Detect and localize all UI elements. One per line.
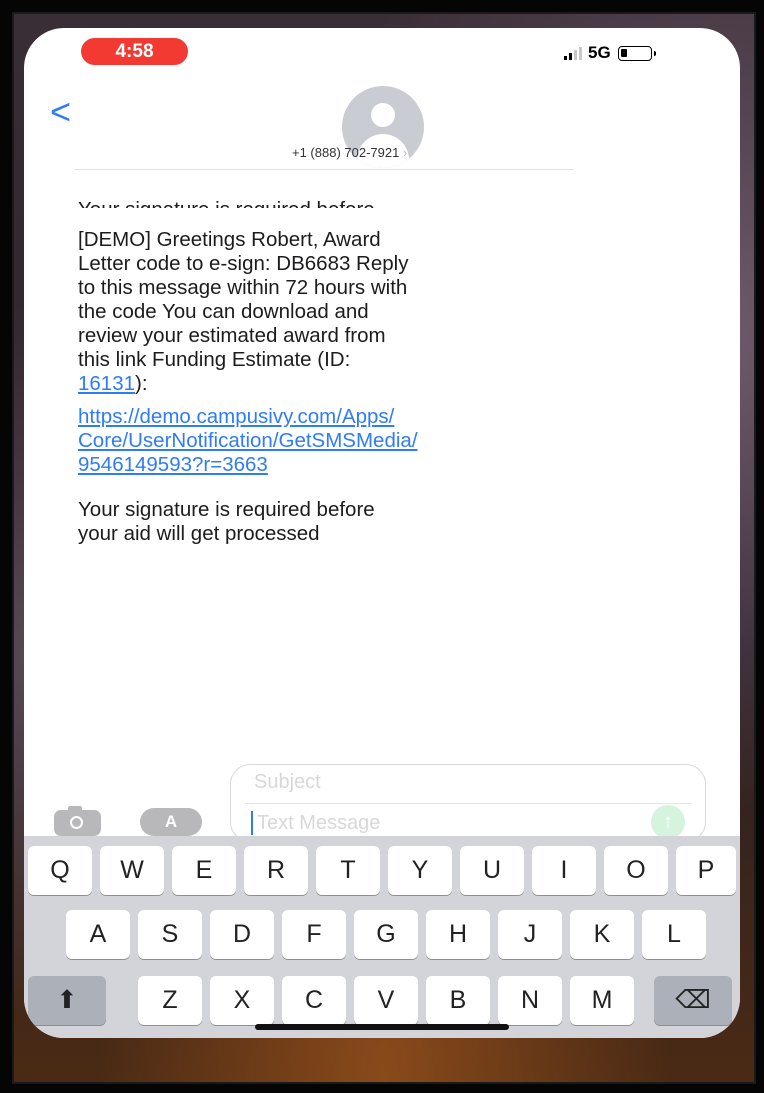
key-x[interactable]: X [210, 976, 274, 1025]
key-a[interactable]: A [66, 910, 130, 959]
key-d[interactable]: D [210, 910, 274, 959]
key-h[interactable]: H [426, 910, 490, 959]
signal-bar [579, 47, 582, 60]
key-p[interactable]: P [676, 846, 736, 895]
key-y[interactable]: Y [388, 846, 452, 895]
key-n[interactable]: N [498, 976, 562, 1025]
app-store-icon[interactable]: A [140, 808, 202, 836]
key-w[interactable]: W [100, 846, 164, 895]
message-bubble-clipped: Your signature is required before your a… [78, 158, 558, 208]
status-indicators: 5G [564, 42, 656, 64]
back-chevron-icon[interactable]: < [50, 92, 71, 132]
key-r[interactable]: R [244, 846, 308, 895]
key-q[interactable]: Q [28, 846, 92, 895]
signal-bar [574, 50, 577, 60]
phone-screen: 4:58 5G < +1 (888) 702-7921 › Your signa… [24, 28, 740, 1038]
shift-icon[interactable]: ⬆ [28, 976, 106, 1025]
key-m[interactable]: M [570, 976, 634, 1025]
key-o[interactable]: O [604, 846, 668, 895]
subject-input[interactable]: Subject [254, 771, 321, 794]
status-time[interactable]: 4:58 [81, 38, 188, 65]
send-icon[interactable]: ↑ [651, 805, 685, 839]
home-indicator[interactable] [255, 1024, 509, 1030]
message-input[interactable]: Text Message [251, 811, 380, 835]
battery-icon [617, 45, 656, 61]
key-t[interactable]: T [316, 846, 380, 895]
signal-bar [564, 56, 567, 60]
compose-divider [245, 803, 692, 804]
signal-bar [569, 53, 572, 60]
key-z[interactable]: Z [138, 976, 202, 1025]
funding-id-link[interactable]: 16131 [78, 372, 135, 395]
camera-icon[interactable] [54, 806, 101, 836]
key-j[interactable]: J [498, 910, 562, 959]
message-text: [DEMO] Greetings Robert, Award Letter co… [78, 228, 409, 371]
key-u[interactable]: U [460, 846, 524, 895]
key-f[interactable]: F [282, 910, 346, 959]
message-bubble-tail: Your signature is required before your a… [78, 498, 375, 545]
key-g[interactable]: G [354, 910, 418, 959]
key-l[interactable]: L [642, 910, 706, 959]
key-c[interactable]: C [282, 976, 346, 1025]
key-k[interactable]: K [570, 910, 634, 959]
key-s[interactable]: S [138, 910, 202, 959]
network-type: 5G [588, 43, 611, 62]
compose-box[interactable]: Subject Text Message ↑ [230, 764, 706, 842]
funding-url-link[interactable]: https://demo.campusivy.com/Apps/ Core/Us… [78, 405, 558, 477]
key-b[interactable]: B [426, 976, 490, 1025]
message-text-suffix: ): [135, 372, 148, 395]
delete-icon[interactable]: ⌫ [654, 976, 732, 1025]
keyboard: Q W E R T Y U I O P A S D F G H J K L ⬆ … [24, 836, 740, 1038]
message-text: Your signature is required before your a… [78, 198, 558, 208]
signal-icon [564, 46, 582, 60]
key-i[interactable]: I [532, 846, 596, 895]
message-bubble-main: [DEMO] Greetings Robert, Award Letter co… [78, 228, 558, 396]
key-e[interactable]: E [172, 846, 236, 895]
key-v[interactable]: V [354, 976, 418, 1025]
